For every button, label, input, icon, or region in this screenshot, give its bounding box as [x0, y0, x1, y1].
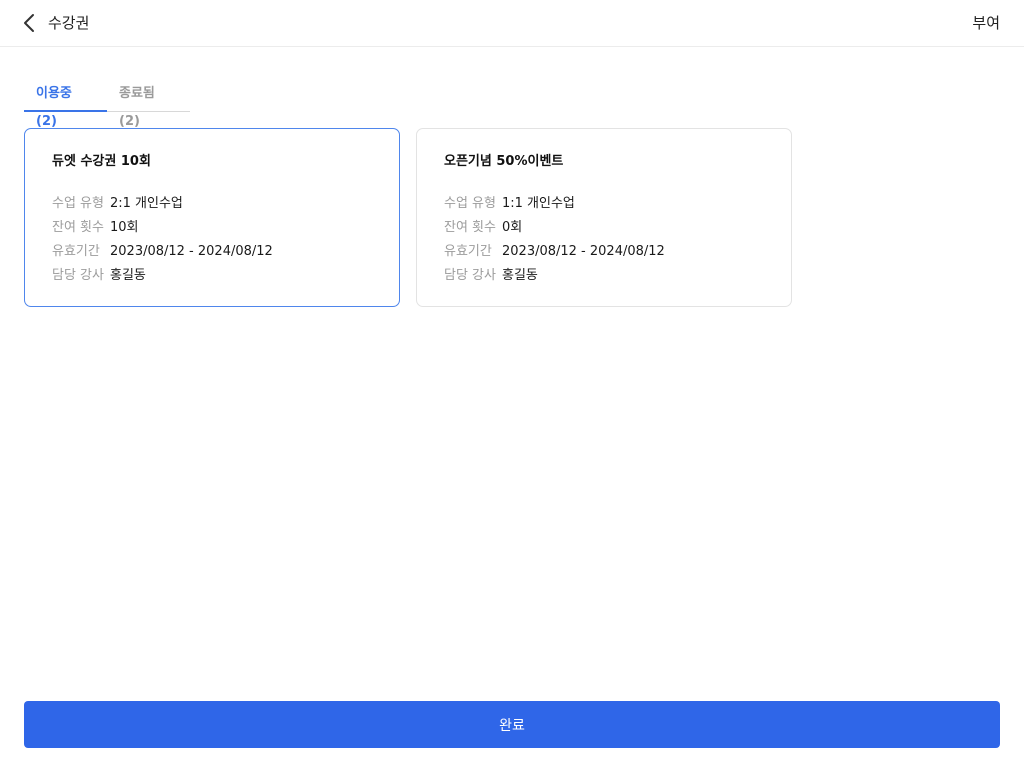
ticket-info-row: 잔여 횟수 10회	[52, 216, 372, 240]
instructor-label: 담당 강사	[444, 268, 496, 283]
back-button[interactable]	[14, 8, 44, 38]
tab-in-use[interactable]: 이용중 (2)	[24, 80, 107, 129]
instructor-value: 홍길동	[502, 268, 538, 283]
app-root: 수강권 부여 이용중 (2) 종료됨 (2) 듀엣 수강권 10회 수업 유형 …	[0, 0, 1024, 768]
tab-expired[interactable]: 종료됨 (2)	[107, 80, 190, 129]
validity-period-value: 2023/08/12 - 2024/08/12	[502, 244, 665, 259]
ticket-info-row: 담당 강사 홍길동	[444, 264, 764, 288]
ticket-card[interactable]: 오픈기념 50%이벤트 수업 유형 1:1 개인수업 잔여 횟수 0회 유효기간…	[416, 128, 792, 307]
grant-button[interactable]: 부여	[972, 13, 1000, 33]
remaining-count-label: 잔여 횟수	[52, 220, 104, 235]
validity-period-label: 유효기간	[52, 244, 100, 259]
page-title: 수강권	[48, 14, 90, 32]
ticket-card-list: 듀엣 수강권 10회 수업 유형 2:1 개인수업 잔여 횟수 10회 유효기간…	[24, 128, 792, 307]
ticket-card-title: 듀엣 수강권 10회	[52, 154, 151, 169]
class-type-label: 수업 유형	[444, 196, 496, 211]
instructor-label: 담당 강사	[52, 268, 104, 283]
ticket-info-row: 담당 강사 홍길동	[52, 264, 372, 288]
ticket-status-tabs: 이용중 (2) 종료됨 (2)	[24, 80, 190, 129]
class-type-label: 수업 유형	[52, 196, 104, 211]
ticket-info-row: 유효기간 2023/08/12 - 2024/08/12	[52, 240, 372, 264]
instructor-value: 홍길동	[110, 268, 146, 283]
class-type-value: 1:1 개인수업	[502, 196, 575, 211]
ticket-card-title: 오픈기념 50%이벤트	[444, 154, 564, 169]
ticket-info-row: 수업 유형 1:1 개인수업	[444, 192, 764, 216]
chevron-left-icon	[24, 14, 34, 32]
remaining-count-label: 잔여 횟수	[444, 220, 496, 235]
ticket-card[interactable]: 듀엣 수강권 10회 수업 유형 2:1 개인수업 잔여 횟수 10회 유효기간…	[24, 128, 400, 307]
ticket-info-row: 잔여 횟수 0회	[444, 216, 764, 240]
top-bar: 수강권 부여	[0, 0, 1024, 47]
remaining-count-value: 10회	[110, 220, 139, 235]
ticket-info-row: 유효기간 2023/08/12 - 2024/08/12	[444, 240, 764, 264]
remaining-count-value: 0회	[502, 220, 523, 235]
complete-button[interactable]: 완료	[24, 701, 1000, 748]
ticket-info-row: 수업 유형 2:1 개인수업	[52, 192, 372, 216]
validity-period-label: 유효기간	[444, 244, 492, 259]
class-type-value: 2:1 개인수업	[110, 196, 183, 211]
validity-period-value: 2023/08/12 - 2024/08/12	[110, 244, 273, 259]
